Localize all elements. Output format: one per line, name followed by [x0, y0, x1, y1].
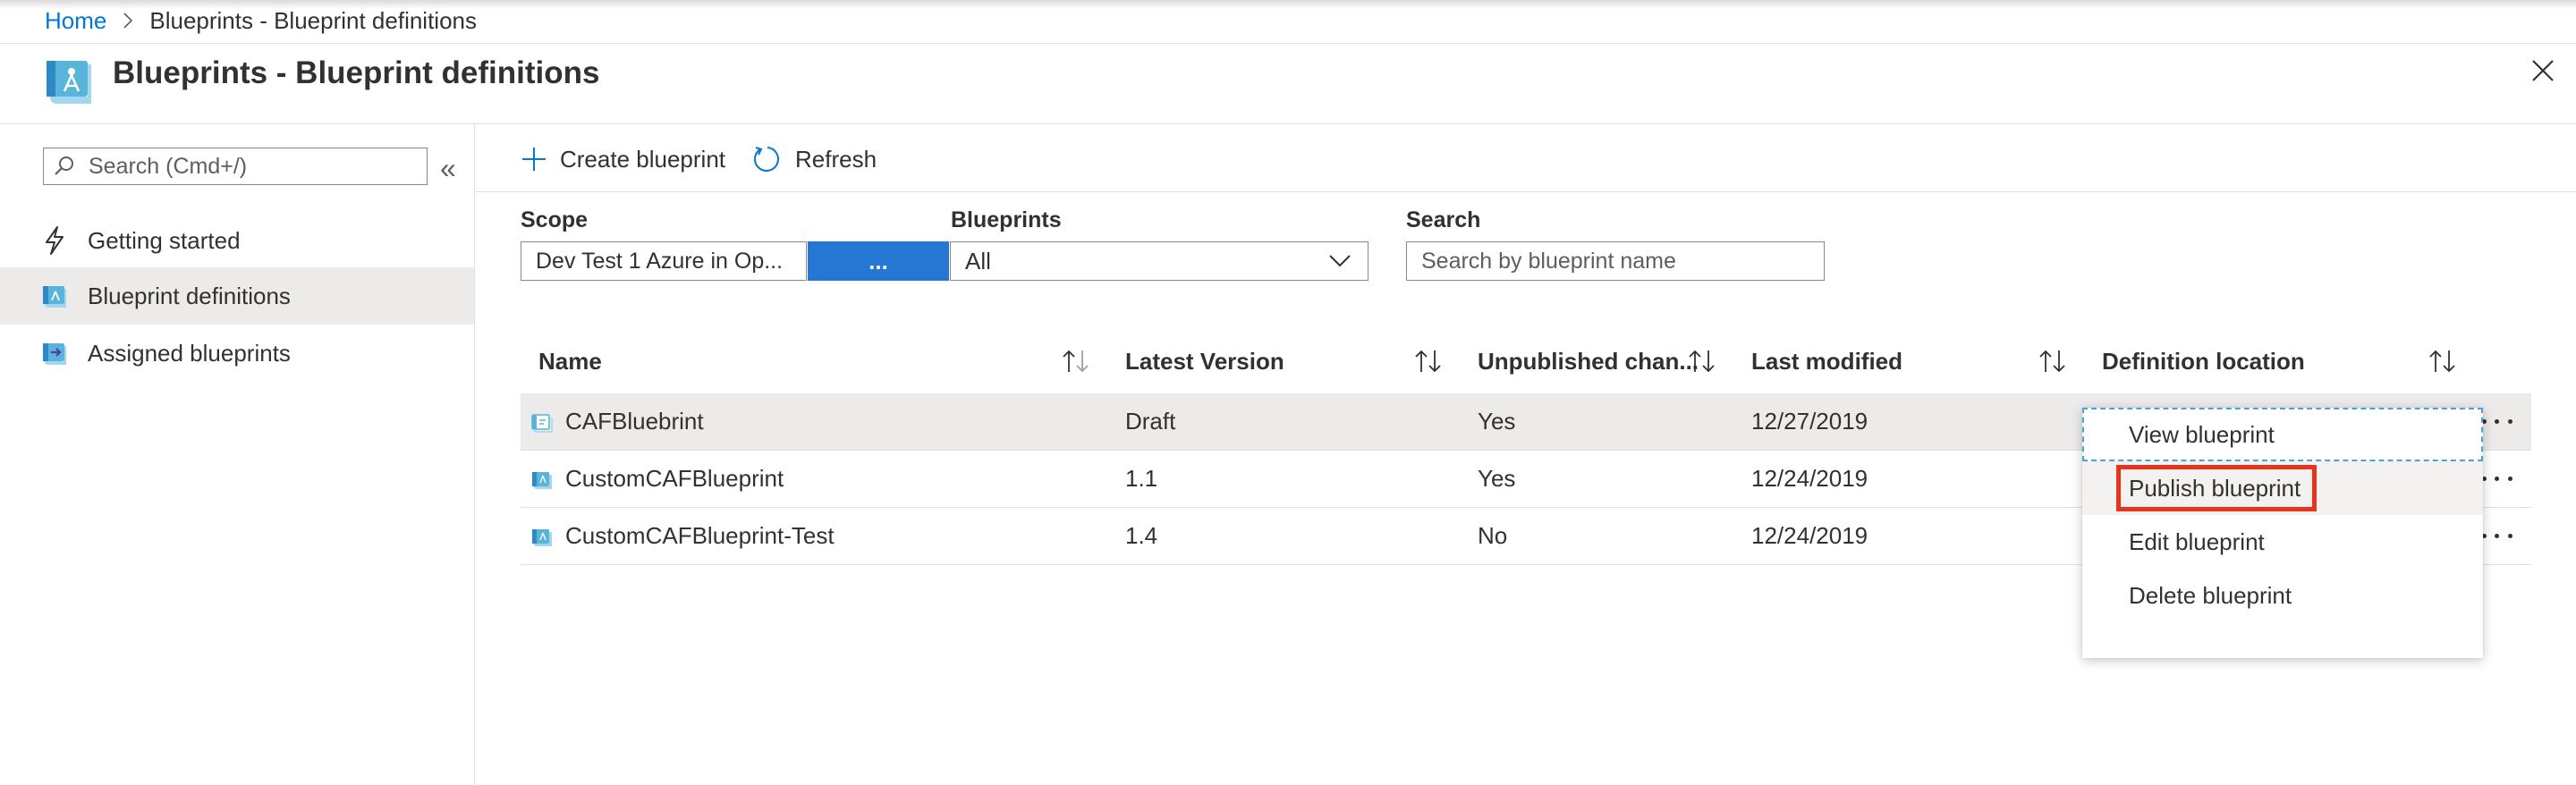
search-icon — [53, 155, 76, 178]
plus-icon — [521, 146, 547, 173]
search-label: Search — [1406, 207, 1481, 232]
chevron-down-icon — [1328, 254, 1352, 268]
breadcrumb-divider — [0, 43, 2576, 44]
sort-icon[interactable] — [2038, 349, 2068, 374]
sidebar-item-getting-started[interactable]: Getting started — [0, 212, 474, 269]
blueprint-draft-icon — [531, 413, 553, 433]
blueprint-icon — [531, 528, 553, 547]
collapse-sidebar-icon[interactable]: « — [440, 154, 456, 182]
blueprint-icon — [531, 470, 553, 490]
breadcrumb-home-link[interactable]: Home — [45, 7, 106, 35]
column-header-definition-location[interactable]: Definition location — [2102, 345, 2305, 377]
column-header-last-modified[interactable]: Last modified — [1751, 345, 1902, 377]
row-version: 1.4 — [1125, 522, 1158, 549]
row-name[interactable]: CAFBluebrint — [565, 393, 704, 450]
row-unpublished: Yes — [1478, 408, 1516, 435]
row-unpublished: No — [1478, 522, 1508, 549]
sort-icon[interactable] — [1061, 349, 1091, 374]
sidebar-item-label: Getting started — [88, 226, 241, 254]
refresh-label: Refresh — [795, 145, 877, 173]
blueprints-label: Blueprints — [951, 207, 1062, 232]
context-menu: View blueprint Publish blueprint Edit bl… — [2082, 408, 2483, 658]
more-actions-icon[interactable] — [2478, 467, 2517, 490]
blueprints-dropdown-value: All — [965, 247, 991, 274]
sort-icon[interactable] — [2428, 349, 2458, 374]
blueprint-icon — [43, 54, 95, 106]
column-header-latest-version[interactable]: Latest Version — [1125, 345, 1284, 377]
breadcrumb-current: Blueprints - Blueprint definitions — [149, 6, 477, 34]
column-header-name[interactable]: Name — [538, 345, 602, 377]
publish-blueprint-menu-item[interactable]: Publish blueprint — [2082, 461, 2483, 515]
row-name[interactable]: CustomCAFBlueprint-Test — [565, 508, 835, 564]
sidebar-search-input[interactable] — [89, 153, 411, 180]
sidebar-search-box[interactable] — [43, 148, 428, 185]
sidebar-divider — [474, 124, 475, 785]
row-unpublished: Yes — [1478, 465, 1516, 492]
sort-icon[interactable] — [1687, 349, 1717, 374]
lightning-icon — [41, 226, 68, 255]
assigned-blueprint-icon — [41, 341, 68, 366]
page-title: Blueprints - Blueprint definitions — [113, 55, 600, 90]
blueprint-search-input[interactable] — [1421, 248, 1806, 274]
sidebar-item-blueprint-definitions[interactable]: Blueprint definitions — [0, 267, 474, 325]
row-version: Draft — [1125, 408, 1176, 435]
row-modified: 12/24/2019 — [1751, 522, 1868, 549]
view-blueprint-menu-item[interactable]: View blueprint — [2082, 408, 2483, 461]
create-blueprint-label: Create blueprint — [560, 145, 725, 173]
toolbar-divider — [475, 191, 2576, 192]
column-header-unpublished-changes[interactable]: Unpublished chan... — [1478, 345, 1699, 377]
more-actions-icon[interactable] — [2478, 409, 2517, 433]
scope-picker-button[interactable]: ... — [808, 241, 949, 281]
blueprints-dropdown[interactable]: All — [950, 241, 1368, 281]
header-divider — [0, 123, 2576, 124]
sidebar-item-label: Assigned blueprints — [88, 339, 291, 367]
row-modified: 12/27/2019 — [1751, 408, 1868, 435]
close-icon[interactable] — [2529, 57, 2556, 84]
edit-blueprint-menu-item[interactable]: Edit blueprint — [2082, 515, 2483, 569]
sort-icon[interactable] — [1413, 349, 1444, 374]
create-blueprint-button[interactable]: Create blueprint — [521, 146, 725, 173]
sidebar-item-label: Blueprint definitions — [88, 282, 291, 309]
refresh-icon — [752, 144, 783, 174]
sidebar-item-assigned-blueprints[interactable]: Assigned blueprints — [0, 325, 474, 382]
blueprint-search-box[interactable] — [1406, 241, 1825, 281]
scope-field[interactable]: Dev Test 1 Azure in Op... — [521, 241, 807, 281]
scope-label: Scope — [521, 207, 589, 232]
row-modified: 12/24/2019 — [1751, 465, 1868, 492]
publish-blueprint-label: Publish blueprint — [2129, 474, 2301, 502]
blueprint-definition-icon — [41, 283, 68, 308]
more-actions-icon[interactable] — [2478, 524, 2517, 547]
command-bar: Create blueprint Refresh — [521, 139, 903, 179]
row-name[interactable]: CustomCAFBlueprint — [565, 451, 784, 507]
breadcrumb: Home Blueprints - Blueprint definitions — [45, 5, 477, 36]
row-version: 1.1 — [1125, 465, 1158, 492]
chevron-right-icon — [123, 13, 133, 29]
delete-blueprint-menu-item[interactable]: Delete blueprint — [2082, 569, 2483, 622]
refresh-button[interactable]: Refresh — [752, 144, 877, 174]
